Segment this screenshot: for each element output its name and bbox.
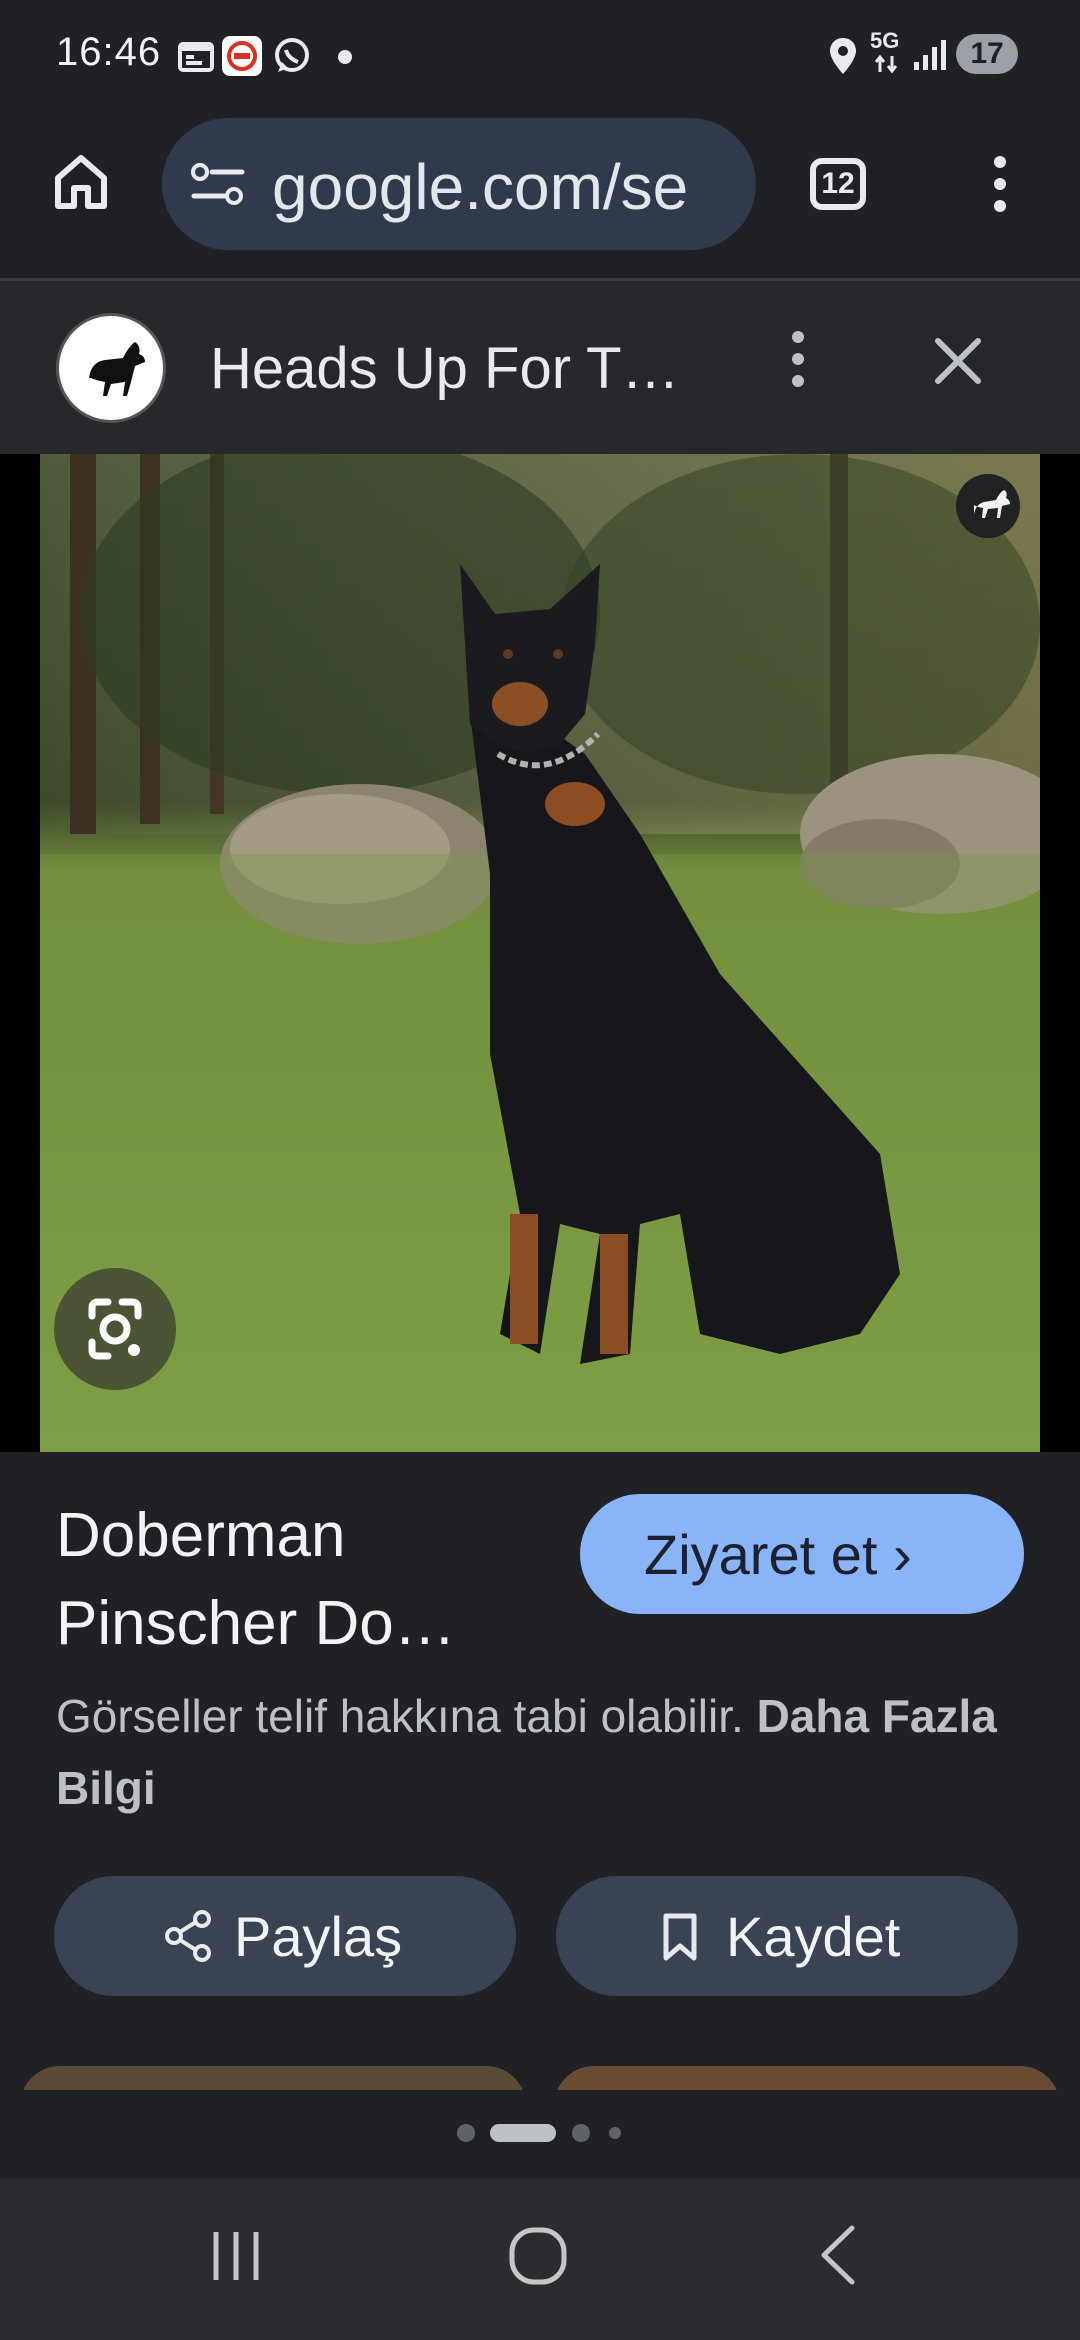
image-title-line2: Pinscher Do… <box>56 1589 456 1658</box>
tcl-app-icon <box>222 36 262 76</box>
url-text[interactable]: google.com/se <box>272 150 688 224</box>
doberman-photo[interactable] <box>40 454 1040 1452</box>
data-arrows-icon <box>874 54 898 74</box>
related-image-thumbnail[interactable] <box>20 2066 526 2090</box>
related-images-strip <box>0 2066 1080 2090</box>
source-avatar-icon[interactable] <box>56 313 166 423</box>
related-image-thumbnail[interactable] <box>554 2066 1060 2090</box>
battery-icon: 17 <box>956 34 1018 74</box>
whatsapp-icon <box>272 36 312 76</box>
more-vert-icon[interactable] <box>788 329 808 389</box>
copyright-notice: Görseller telif hakkına tabi olabilir. D… <box>56 1680 1016 1824</box>
google-lens-icon[interactable] <box>54 1268 176 1390</box>
bookmark-icon <box>660 1912 700 1962</box>
system-navigation-bar <box>0 2178 1080 2340</box>
image-viewer-header: Heads Up For T… <box>0 278 1080 454</box>
close-icon[interactable] <box>932 335 984 387</box>
save-button-label: Kaydet <box>726 1905 901 1968</box>
share-button-label: Paylaş <box>234 1905 403 1968</box>
image-viewer <box>0 454 1080 1452</box>
source-badge-icon <box>956 474 1020 538</box>
network-type-label: 5G <box>870 28 900 53</box>
share-icon <box>164 1910 212 1962</box>
home-nav-icon[interactable] <box>508 2226 568 2286</box>
visit-button[interactable]: Ziyaret et › <box>580 1494 1024 1614</box>
location-icon <box>828 36 858 76</box>
address-bar[interactable]: google.com/se <box>162 118 756 250</box>
site-info-icon[interactable] <box>190 162 246 208</box>
save-button[interactable]: Kaydet <box>556 1876 1018 1996</box>
tab-switcher-button[interactable]: 12 <box>810 158 866 210</box>
share-button[interactable]: Paylaş <box>54 1876 516 1996</box>
notification-dot-icon <box>338 50 352 64</box>
status-bar: 16:46 5G 17 <box>0 0 1080 112</box>
signal-icon <box>912 38 948 72</box>
recent-apps-icon[interactable] <box>208 2228 264 2284</box>
calendar-icon <box>178 40 214 72</box>
back-icon[interactable] <box>816 2224 860 2286</box>
image-title[interactable]: Doberman Pinscher Do… <box>56 1492 576 1668</box>
source-title[interactable]: Heads Up For T… <box>210 335 680 402</box>
status-time: 16:46 <box>56 30 162 74</box>
visit-button-label: Ziyaret et › <box>644 1523 912 1586</box>
home-icon[interactable] <box>50 150 112 212</box>
image-title-line1: Doberman <box>56 1501 346 1570</box>
more-menu-icon[interactable] <box>990 154 1010 214</box>
page-indicator <box>0 2118 1080 2148</box>
copyright-text: Görseller telif hakkına tabi olabilir. <box>56 1690 757 1742</box>
